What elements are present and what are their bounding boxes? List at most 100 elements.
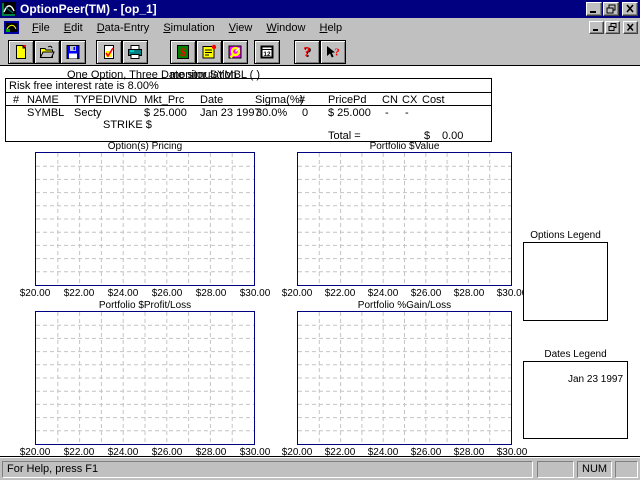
col-name: NAME — [27, 94, 59, 106]
menu-simulation[interactable]: Simulation — [156, 20, 221, 36]
graph-button[interactable] — [222, 40, 248, 64]
new-file-icon — [13, 44, 29, 60]
x-tick: $24.00 — [368, 447, 399, 458]
x-tick: $30.00 — [240, 447, 271, 458]
menu-edit-label: Edit — [64, 22, 83, 34]
col-cn: CN — [382, 94, 398, 106]
rate-row: Risk free interest rate is 8.00% — [6, 79, 491, 93]
restore-button[interactable] — [603, 2, 619, 16]
toolbar: $ 12 — [0, 37, 640, 66]
menu-window[interactable]: Window — [259, 20, 312, 36]
data-entry-button[interactable] — [196, 40, 222, 64]
chart-portfolio-value: Portfolio $Value $20.00 $22.00 $24.00 $2… — [297, 141, 512, 299]
x-axis: $20.00 $22.00 $24.00 $26.00 $28.00 $30.0… — [35, 447, 255, 458]
grid-lines — [36, 312, 254, 444]
x-tick: $22.00 — [325, 288, 356, 299]
app-icon[interactable] — [2, 2, 16, 16]
x-tick: $20.00 — [20, 447, 51, 458]
options-legend-box — [523, 242, 608, 321]
plot-area — [297, 152, 512, 286]
x-tick: $20.00 — [20, 288, 51, 299]
col-type: TYPE — [74, 94, 103, 106]
table-row: SYMBL Secty $ 25.000 Jan 23 1997 30.0% 0… — [6, 106, 491, 119]
svg-text:?: ? — [334, 47, 340, 59]
help-button[interactable]: ? ? — [294, 40, 320, 64]
menu-edit[interactable]: Edit — [57, 20, 90, 36]
close-icon — [625, 4, 635, 14]
x-tick: $20.00 — [282, 288, 313, 299]
child-minimize-button[interactable] — [589, 21, 604, 34]
strike-row: STRIKE $ — [6, 119, 491, 130]
child-close-button[interactable] — [623, 21, 638, 34]
x-tick: $28.00 — [454, 288, 485, 299]
menu-bar: File Edit Data-Entry Simulation View Win… — [0, 18, 640, 37]
menu-help-label: Help — [319, 22, 342, 34]
x-tick: $26.00 — [152, 447, 183, 458]
col-count: # — [299, 94, 305, 106]
dates-legend: Dates Legend Jan 23 1997 — [523, 349, 628, 439]
chart-title: Option(s) Pricing — [35, 141, 255, 152]
menu-view-label: View — [229, 22, 253, 34]
menu-window-label: Window — [266, 22, 305, 34]
x-tick: $26.00 — [152, 288, 183, 299]
grid-lines — [298, 312, 511, 444]
chart-gain-loss: Portfolio %Gain/Loss $20.00 $22.00 $24.0… — [297, 300, 512, 458]
col-number: # — [13, 94, 19, 106]
open-button[interactable] — [34, 40, 60, 64]
child-window-controls — [589, 21, 638, 34]
report-page-icon — [101, 44, 117, 60]
cell-cn: - — [385, 107, 389, 119]
menu-view[interactable]: View — [222, 20, 260, 36]
help-icon: ? ? — [299, 44, 315, 60]
x-tick: $26.00 — [411, 288, 442, 299]
menu-file-label: File — [32, 22, 50, 34]
chart-options-pricing: Option(s) Pricing $20.00 $22.00 $24.00 $… — [35, 141, 255, 299]
dates-legend-title: Dates Legend — [523, 349, 628, 361]
menu-help[interactable]: Help — [312, 20, 349, 36]
report-button[interactable] — [96, 40, 122, 64]
x-tick: $22.00 — [325, 447, 356, 458]
document-system-menu-icon[interactable] — [4, 21, 19, 34]
menu-data-entry[interactable]: Data-Entry — [90, 20, 157, 36]
title-bar: OptionPeer(TM) - [op_1] — [0, 0, 640, 18]
col-date: Date — [200, 94, 223, 106]
x-axis: $20.00 $22.00 $24.00 $26.00 $28.00 $30.0… — [297, 447, 512, 458]
window-controls — [586, 2, 638, 16]
status-message-panel: For Help, press F1 — [2, 461, 533, 478]
chart-profit-loss: Portfolio $Profit/Loss $20.00 $22.00 $24… — [35, 300, 255, 458]
print-button[interactable] — [122, 40, 148, 64]
option-curve-icon — [2, 2, 16, 16]
cell-type: Secty — [74, 107, 102, 119]
close-icon — [626, 23, 635, 32]
chart-title: Portfolio %Gain/Loss — [297, 300, 512, 311]
window-title: OptionPeer(TM) - [op_1] — [20, 2, 157, 16]
menu-file[interactable]: File — [25, 20, 57, 36]
save-button[interactable] — [60, 40, 86, 64]
context-help-icon: ? — [325, 44, 341, 60]
new-button[interactable] — [8, 40, 34, 64]
plot-area — [35, 311, 255, 445]
status-message: For Help, press F1 — [7, 463, 98, 475]
svg-text:12: 12 — [263, 51, 271, 58]
context-help-button[interactable]: ? — [320, 40, 346, 64]
options-legend: Options Legend — [523, 230, 608, 321]
calendar-button[interactable]: 12 — [254, 40, 280, 64]
cell-mkt-prc: $ 25.000 — [144, 107, 187, 119]
x-tick: $22.00 — [64, 288, 95, 299]
grid-lines — [36, 153, 254, 285]
minimize-button[interactable] — [586, 2, 602, 16]
open-folder-icon — [39, 44, 55, 60]
cell-sigma: 30.0% — [256, 107, 287, 119]
child-window-icon — [4, 21, 19, 34]
dates-legend-box: Jan 23 1997 — [523, 361, 628, 439]
x-tick: $24.00 — [108, 447, 139, 458]
pricing-button[interactable]: $ — [170, 40, 196, 64]
col-mkt-prc: Mkt_Prc — [144, 94, 184, 106]
application-window: OptionPeer(TM) - [op_1] — [0, 0, 640, 480]
col-divnd: DIVND — [103, 94, 137, 106]
child-restore-button[interactable] — [605, 21, 620, 34]
close-button[interactable] — [622, 2, 638, 16]
col-sigma: Sigma(%) — [255, 94, 303, 106]
x-axis: $20.00 $22.00 $24.00 $26.00 $28.00 $30.0… — [297, 288, 512, 299]
svg-text:?: ? — [303, 44, 311, 60]
